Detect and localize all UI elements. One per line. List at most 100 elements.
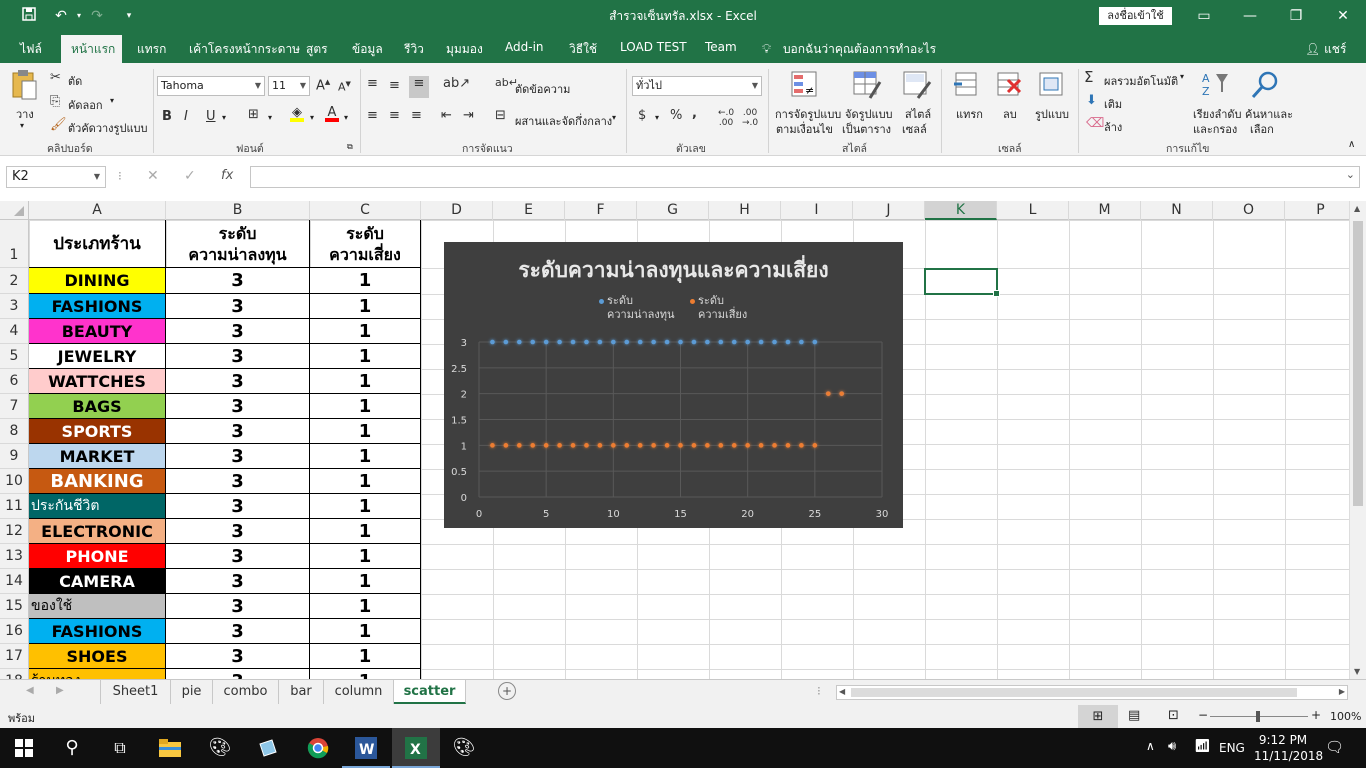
- store-type-cell[interactable]: ของใช้: [29, 594, 166, 619]
- store-type-cell[interactable]: BANKING: [29, 469, 166, 494]
- risk-data-point[interactable]: [705, 443, 710, 448]
- merge-center-button[interactable]: ผสานและจัดกึ่งกลาง: [515, 112, 612, 130]
- clear-button[interactable]: ล้าง: [1104, 118, 1122, 136]
- investment-data-point[interactable]: [678, 339, 683, 345]
- row-header-7[interactable]: 7: [0, 394, 29, 419]
- store-type-cell[interactable]: ประกันชีวิต: [29, 494, 166, 519]
- input-language[interactable]: ENG: [1219, 741, 1245, 755]
- maximize-icon[interactable]: ❐: [1273, 0, 1319, 32]
- store-type-cell[interactable]: CAMERA: [29, 569, 166, 594]
- store-type-cell[interactable]: FASHIONS: [29, 619, 166, 644]
- row-header-14[interactable]: 14: [0, 569, 29, 594]
- zoom-slider-thumb[interactable]: [1256, 711, 1260, 722]
- investment-level-cell[interactable]: 3: [166, 494, 310, 519]
- store-type-cell[interactable]: FASHIONS: [29, 294, 166, 319]
- orientation-icon[interactable]: ab↗: [443, 76, 470, 91]
- store-type-cell[interactable]: SHOES: [29, 644, 166, 669]
- risk-level-cell[interactable]: 1: [310, 268, 421, 294]
- normal-view-icon[interactable]: ⊞: [1078, 705, 1118, 728]
- increase-indent-icon[interactable]: ⇥: [463, 108, 474, 123]
- vertical-scrollbar[interactable]: ▲ ▼: [1349, 201, 1366, 679]
- increase-decimal-icon[interactable]: ←.0.00: [718, 108, 734, 128]
- page-break-view-icon[interactable]: ⊡: [1168, 708, 1179, 723]
- add-sheet-icon[interactable]: +: [498, 682, 516, 700]
- row-header-16[interactable]: 16: [0, 619, 29, 644]
- column-header-l[interactable]: L: [997, 201, 1069, 220]
- store-type-cell[interactable]: MARKET: [29, 444, 166, 469]
- column-header-h[interactable]: H: [709, 201, 781, 220]
- risk-data-point[interactable]: [718, 443, 724, 448]
- risk-level-cell[interactable]: 1: [310, 394, 421, 419]
- font-color-icon[interactable]: A: [325, 105, 339, 122]
- row-header-6[interactable]: 6: [0, 369, 29, 394]
- column-header-n[interactable]: N: [1141, 201, 1213, 220]
- row-header-9[interactable]: 9: [0, 444, 29, 469]
- column-header-k[interactable]: K: [925, 201, 997, 220]
- risk-data-point[interactable]: [664, 443, 670, 448]
- italic-button[interactable]: I: [184, 109, 188, 124]
- cut-button[interactable]: ตัด: [68, 72, 82, 90]
- row-header-1[interactable]: 1: [0, 220, 29, 268]
- risk-level-cell[interactable]: 1: [310, 344, 421, 369]
- tab-formulas[interactable]: สูตร: [306, 40, 328, 59]
- risk-level-cell[interactable]: 1: [310, 544, 421, 569]
- risk-level-cell[interactable]: 1: [310, 519, 421, 544]
- sheet-tab-combo[interactable]: combo: [213, 680, 279, 704]
- insert-cells-button[interactable]: แทรก: [956, 105, 983, 123]
- row-header-4[interactable]: 4: [0, 319, 29, 344]
- risk-data-point[interactable]: [825, 391, 831, 396]
- format-cells-button[interactable]: รูปแบบ: [1035, 105, 1069, 123]
- page-layout-view-icon[interactable]: ▤: [1128, 708, 1140, 723]
- paste-button[interactable]: วาง: [16, 105, 34, 123]
- row-header-18[interactable]: 18: [0, 669, 29, 679]
- header-cell-risk[interactable]: ระดับ ความเสี่ยง: [310, 220, 421, 268]
- risk-data-point[interactable]: [611, 443, 616, 448]
- investment-data-point[interactable]: [664, 339, 670, 345]
- row-header-3[interactable]: 3: [0, 294, 29, 319]
- investment-level-cell[interactable]: 3: [166, 268, 310, 294]
- scatter-chart[interactable]: ระดับความน่าลงทุนและความเสี่ยง ระดับ ควา…: [444, 242, 903, 528]
- worksheet-grid[interactable]: ABCDEFGHIJKLMNOP 1 2 3 4 5 6 7 8 9 10 11 12 13 14 15 16…: [0, 201, 1349, 679]
- decrease-font-icon[interactable]: A▼: [338, 80, 351, 94]
- column-header-b[interactable]: B: [166, 201, 310, 220]
- investment-data-point[interactable]: [785, 339, 791, 345]
- column-header-j[interactable]: J: [853, 201, 925, 220]
- tab-page-layout[interactable]: เค้าโครงหน้ากระดาษ: [189, 40, 300, 59]
- column-header-g[interactable]: G: [637, 201, 709, 220]
- risk-data-point[interactable]: [799, 443, 804, 448]
- share-button[interactable]: 👤︎ แชร์: [1305, 40, 1346, 59]
- font-name-select[interactable]: Tahoma ▼: [157, 76, 265, 96]
- column-header-m[interactable]: M: [1069, 201, 1141, 220]
- store-type-cell[interactable]: DINING: [29, 268, 166, 294]
- align-top-icon[interactable]: ≡: [367, 76, 378, 91]
- file-explorer-icon[interactable]: [146, 728, 194, 768]
- investment-data-point[interactable]: [731, 339, 737, 345]
- risk-data-point[interactable]: [731, 443, 737, 448]
- risk-level-cell[interactable]: 1: [310, 494, 421, 519]
- investment-data-point[interactable]: [758, 339, 764, 345]
- risk-data-point[interactable]: [651, 443, 656, 448]
- align-right-icon[interactable]: ≡: [411, 108, 422, 123]
- row-header-5[interactable]: 5: [0, 344, 29, 369]
- risk-data-point[interactable]: [758, 443, 764, 448]
- zoom-in-icon[interactable]: +: [1311, 708, 1321, 722]
- investment-data-point[interactable]: [812, 339, 818, 345]
- column-header-i[interactable]: I: [781, 201, 853, 220]
- column-header-o[interactable]: O: [1213, 201, 1285, 220]
- tab-review[interactable]: รีวิว: [404, 40, 424, 59]
- sheet-tab-scatter[interactable]: scatter: [394, 680, 466, 704]
- paint-app-icon[interactable]: 🎨︎: [196, 728, 244, 768]
- chrome-icon[interactable]: [294, 728, 342, 768]
- row-header-17[interactable]: 17: [0, 644, 29, 669]
- search-icon[interactable]: ⚲: [48, 728, 96, 768]
- risk-data-point[interactable]: [637, 443, 643, 448]
- signin-button[interactable]: ลงชื่อเข้าใช้: [1099, 7, 1172, 25]
- tab-addin[interactable]: Add-in: [505, 40, 544, 54]
- format-painter-button[interactable]: ตัวคัดวางรูปแบบ: [68, 119, 148, 137]
- cell-styles-label-2[interactable]: เซลล์: [902, 120, 927, 138]
- column-header-f[interactable]: F: [565, 201, 637, 220]
- wrap-text-button[interactable]: ตัดข้อความ: [515, 80, 570, 98]
- column-header-c[interactable]: C: [310, 201, 421, 220]
- row-header-12[interactable]: 12: [0, 519, 29, 544]
- investment-data-point[interactable]: [745, 339, 750, 345]
